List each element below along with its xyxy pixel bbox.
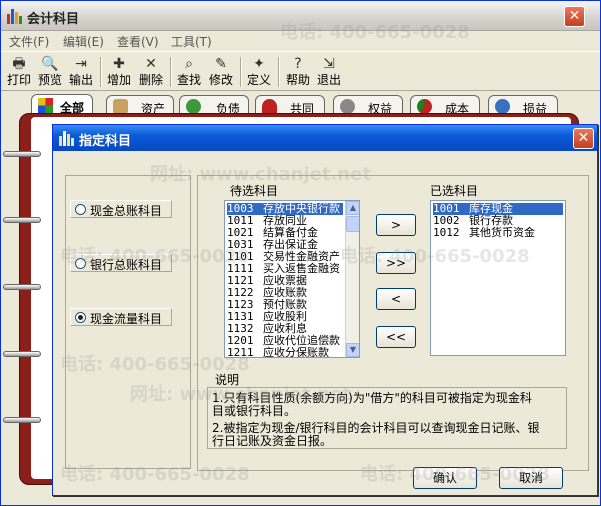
radio-button-checked[interactable] xyxy=(75,312,86,323)
dialog-titlebar[interactable]: 指定科目 ✕ xyxy=(53,125,597,151)
assets-icon xyxy=(113,99,128,114)
radio-cash-ledger[interactable]: 现金总账科目 xyxy=(70,200,172,218)
exit-icon: ⇲ xyxy=(323,56,335,72)
common-icon xyxy=(262,99,277,114)
available-list-scrollbar[interactable]: ▲ ▼ xyxy=(345,201,359,357)
radio-button[interactable] xyxy=(75,204,86,215)
preview-icon: 🔍 xyxy=(41,56,59,72)
window-title: 会计科目 xyxy=(27,12,80,27)
description-box: 1.只有科目性质(余额方向)为"借方"的科目可被指定为现金科 目或银行科目。 2… xyxy=(207,387,567,449)
add-icon: ✚ xyxy=(113,56,125,72)
preview-button[interactable]: 🔍 预览 xyxy=(36,55,64,89)
help-button[interactable]: ? 帮助 xyxy=(284,55,312,89)
cost-icon xyxy=(417,99,432,114)
scroll-up-icon[interactable]: ▲ xyxy=(346,201,359,215)
radio-button[interactable] xyxy=(75,258,86,269)
description-line: 行日记账及资金日报。 xyxy=(212,434,333,448)
help-icon: ? xyxy=(294,56,302,72)
define-button[interactable]: ✦ 定义 xyxy=(245,55,273,89)
export-icon: ⇥ xyxy=(75,56,87,72)
find-button[interactable]: ⌕ 查找 xyxy=(175,55,203,89)
list-item[interactable]: 1211 应收分保账款 xyxy=(227,347,329,358)
confirm-button[interactable]: 确认 xyxy=(413,467,477,489)
add-one-button[interactable]: > xyxy=(376,214,416,236)
exit-button[interactable]: ⇲ 退出 xyxy=(315,55,343,89)
radio-cash-flow[interactable]: 现金流量科目 xyxy=(70,308,172,326)
dialog-close-button[interactable]: ✕ xyxy=(573,128,594,149)
remove-one-button[interactable]: < xyxy=(376,288,416,310)
export-button[interactable]: ⇥ 输出 xyxy=(67,55,95,89)
edit-button[interactable]: ✎ 修改 xyxy=(207,55,235,89)
remove-all-button[interactable]: << xyxy=(376,326,416,348)
equity-icon xyxy=(340,99,355,114)
profit-loss-icon xyxy=(495,99,510,114)
description-line: 目或银行科目。 xyxy=(212,404,297,418)
list-item[interactable]: 1012 其他货币资金 xyxy=(433,227,535,239)
scroll-down-icon[interactable]: ▼ xyxy=(346,343,359,357)
window-titlebar[interactable]: 会计科目 ✕ xyxy=(1,1,600,31)
find-icon: ⌕ xyxy=(185,56,193,72)
menu-tools[interactable]: 工具(T) xyxy=(171,33,212,50)
edit-icon: ✎ xyxy=(215,56,227,72)
available-accounts-list[interactable]: 1003 存放中央银行款 1011 存放同业 1021 结算备付金 1031 存出保证金… xyxy=(224,200,360,358)
selected-accounts-label: 已选科目 xyxy=(430,184,479,198)
add-button[interactable]: ✚ 增加 xyxy=(105,55,133,89)
liabilities-icon xyxy=(186,99,201,114)
menu-edit[interactable]: 编辑(E) xyxy=(63,33,104,50)
assign-account-dialog: 指定科目 ✕ 现金总账科目 银行总账科目 现金流量科目 待选科目 已选科目 10… xyxy=(52,124,598,496)
delete-icon: ✕ xyxy=(145,56,157,72)
printer-icon: 🖶 xyxy=(12,56,26,72)
cancel-button[interactable]: 取消 xyxy=(499,467,563,489)
add-all-button[interactable]: >> xyxy=(376,252,416,274)
selected-accounts-list[interactable]: 1001 库存现金 1002 银行存款 1012 其他货币资金 xyxy=(430,200,566,356)
menu-bar: 文件(F) 编辑(E) 查看(V) 工具(T) xyxy=(1,31,600,51)
define-icon: ✦ xyxy=(253,56,265,72)
toolbar: 🖶 打印 🔍 预览 ⇥ 输出 ✚ 增加 ✕ 删除 ⌕ 查找 ✎ 修改 ✦ 定义 … xyxy=(1,51,600,91)
scroll-thumb[interactable] xyxy=(346,216,359,232)
menu-file[interactable]: 文件(F) xyxy=(9,33,49,50)
window-close-button[interactable]: ✕ xyxy=(564,6,585,27)
radio-bank-ledger[interactable]: 银行总账科目 xyxy=(70,254,172,272)
print-button[interactable]: 🖶 打印 xyxy=(5,55,33,89)
app-icon xyxy=(7,8,23,24)
available-accounts-label: 待选科目 xyxy=(230,184,279,198)
account-type-panel: 现金总账科目 银行总账科目 现金流量科目 xyxy=(65,175,191,469)
dialog-app-icon xyxy=(59,130,75,146)
dialog-title: 指定科目 xyxy=(79,134,132,149)
delete-button[interactable]: ✕ 删除 xyxy=(137,55,165,89)
description-label: 说明 xyxy=(215,373,240,387)
menu-view[interactable]: 查看(V) xyxy=(117,33,159,50)
all-categories-icon xyxy=(38,98,53,113)
